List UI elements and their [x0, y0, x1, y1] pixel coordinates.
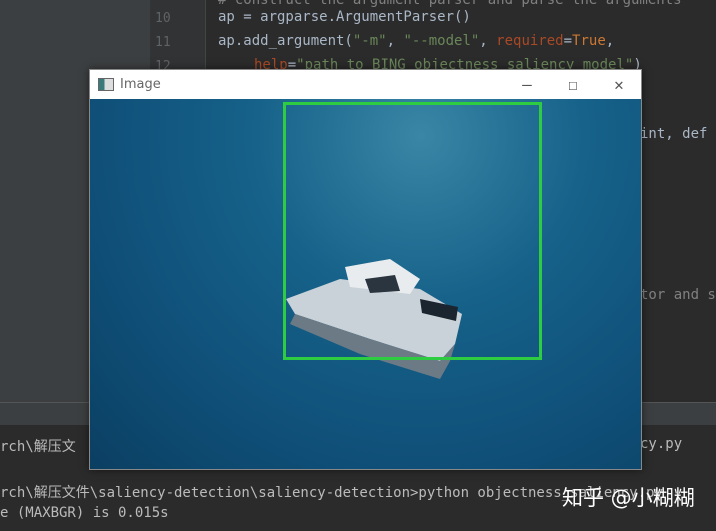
line-number: 10 [155, 11, 171, 26]
window-title: Image [120, 77, 161, 92]
code-line: ap = argparse.ArgumentParser() [218, 9, 471, 25]
terminal-line: cy.py [640, 436, 683, 452]
watermark: 知乎 @小糊糊 [562, 486, 695, 510]
app-icon [98, 78, 114, 91]
close-button[interactable]: ✕ [596, 74, 642, 96]
image-canvas [90, 99, 641, 469]
image-window[interactable]: Image – ☐ ✕ [89, 69, 642, 470]
code-line: ap.add_argument("-m", "--model", require… [218, 33, 615, 49]
terminal-line: e (MAXBGR) is 0.015s [0, 505, 169, 521]
minimize-button[interactable]: – [504, 74, 550, 96]
code-fragment: int, def [640, 126, 708, 142]
line-number: 11 [155, 35, 171, 50]
code-fragment: tor and s [640, 287, 716, 303]
maximize-button[interactable]: ☐ [550, 74, 596, 96]
terminal-line: rch\解压文 [0, 439, 76, 455]
code-comment: # construct the argument parser and pars… [218, 0, 682, 8]
saliency-bounding-box [283, 102, 542, 360]
